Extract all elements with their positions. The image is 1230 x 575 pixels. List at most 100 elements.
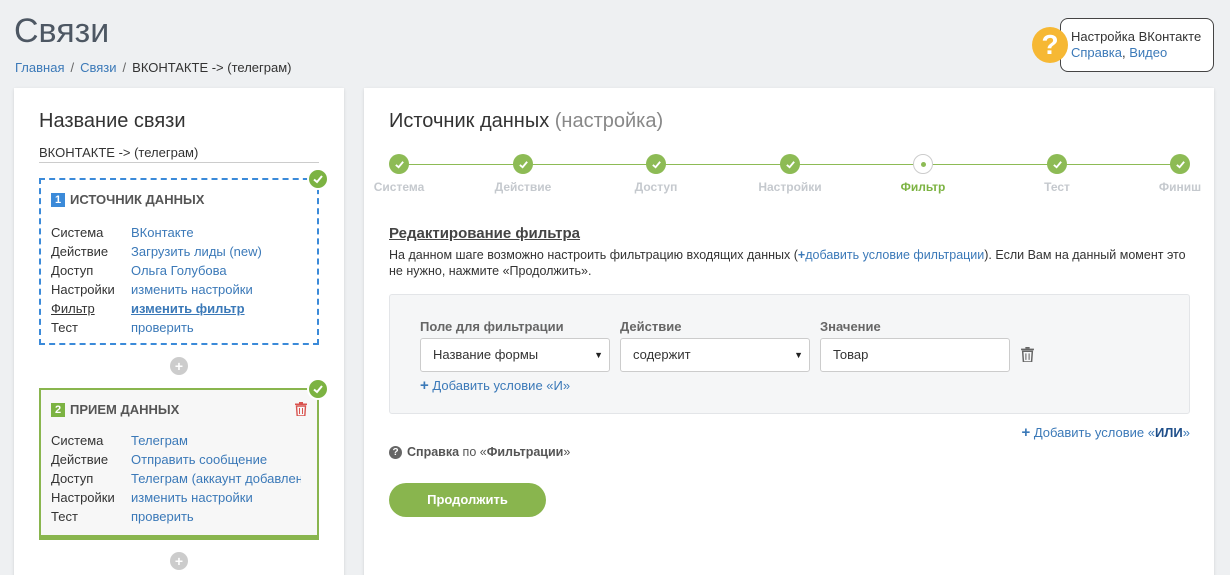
connection-name-field[interactable]: ВКОНТАКТЕ -> (телеграм) bbox=[39, 145, 319, 163]
step-access[interactable]: Доступ bbox=[596, 152, 716, 194]
source-row-filter: Фильтр изменить фильтр bbox=[51, 301, 301, 320]
help-mid: по « bbox=[462, 445, 487, 459]
add-and-label: Добавить условие «И» bbox=[432, 378, 571, 393]
receiver-row-system: Система Телеграм bbox=[51, 433, 301, 452]
help-label[interactable]: Справка bbox=[407, 445, 459, 459]
step-label: Фильтр bbox=[900, 180, 946, 194]
receiver-block: 2 ПРИЕМ ДАННЫХ Система Телеграм Действие О… bbox=[39, 378, 329, 540]
receiver-row-test: Тест проверить bbox=[51, 509, 301, 528]
add-or-key: ИЛИ bbox=[1154, 425, 1183, 440]
step-label: Тест bbox=[1044, 180, 1070, 194]
plus-icon: + bbox=[1021, 424, 1031, 441]
filter-help-line: ? Справка по «Фильтрации» bbox=[389, 445, 570, 459]
source-block-title: ИСТОЧНИК ДАННЫХ bbox=[70, 192, 205, 207]
help-title: Настройка ВКонтакте bbox=[1071, 29, 1202, 44]
step-finish[interactable]: Финиш bbox=[1120, 152, 1230, 194]
check-icon bbox=[646, 154, 666, 174]
check-icon bbox=[1047, 154, 1067, 174]
add-and-condition-button[interactable]: + Добавить условие «И» bbox=[420, 377, 570, 394]
row-label: Доступ bbox=[51, 263, 94, 278]
receiver-row-action: Действие Отправить сообщение bbox=[51, 452, 301, 471]
source-block-rows: Система ВКонтакте Действие Загрузить лиды … bbox=[51, 225, 301, 339]
plus-icon: + bbox=[420, 377, 429, 394]
add-step-button[interactable]: + bbox=[170, 552, 188, 570]
step-settings[interactable]: Настройки bbox=[730, 152, 850, 194]
source-row-access: Доступ Ольга Голубова bbox=[51, 263, 301, 282]
step-label: Доступ bbox=[634, 180, 678, 194]
help-reference-link[interactable]: Справка bbox=[1071, 45, 1122, 60]
step-label: Система bbox=[373, 180, 425, 194]
filter-action-value: содержит bbox=[633, 347, 691, 362]
row-label: Действие bbox=[51, 452, 109, 467]
source-row-settings: Настройки изменить настройки bbox=[51, 282, 301, 301]
check-icon bbox=[389, 154, 409, 174]
current-step-icon bbox=[913, 154, 933, 174]
help-video-link[interactable]: Видео bbox=[1129, 45, 1167, 60]
receiver-test-link[interactable]: проверить bbox=[131, 509, 301, 528]
filter-field-header: Поле для фильтрации bbox=[420, 319, 564, 334]
step-label: Настройки bbox=[758, 180, 822, 194]
row-label: Система bbox=[51, 225, 104, 240]
step-filter[interactable]: Фильтр bbox=[863, 152, 983, 194]
title-main: Источник данных bbox=[389, 110, 550, 132]
add-or-post: » bbox=[1182, 425, 1190, 440]
add-or-condition-button[interactable]: + Добавить условие «ИЛИ» bbox=[1021, 424, 1190, 441]
add-filter-condition-link[interactable]: добавить условие фильтрации bbox=[805, 248, 984, 262]
source-access-link[interactable]: Ольга Голубова bbox=[131, 263, 301, 282]
breadcrumb-links-link[interactable]: Связи bbox=[80, 60, 116, 75]
trash-icon[interactable] bbox=[295, 402, 307, 416]
step-system[interactable]: Система bbox=[339, 152, 459, 194]
source-action-link[interactable]: Загрузить лиды (new) bbox=[131, 244, 301, 263]
row-label: Настройки bbox=[51, 490, 115, 505]
check-icon bbox=[513, 154, 533, 174]
source-filter-link[interactable]: изменить фильтр bbox=[131, 301, 301, 320]
step-label: Действие bbox=[494, 180, 552, 194]
add-or-pre: Добавить условие « bbox=[1033, 425, 1155, 440]
check-icon bbox=[1170, 154, 1190, 174]
row-label: Доступ bbox=[51, 471, 94, 486]
filter-action-header: Действие bbox=[620, 319, 682, 334]
receiver-system-link[interactable]: Телеграм bbox=[131, 433, 301, 452]
trash-icon[interactable] bbox=[1021, 347, 1034, 362]
breadcrumb-separator: / bbox=[70, 60, 75, 75]
help-end: » bbox=[563, 445, 571, 459]
receiver-settings-link[interactable]: изменить настройки bbox=[131, 490, 301, 509]
continue-button[interactable]: Продолжить bbox=[389, 483, 546, 517]
filter-action-select[interactable]: содержит ▼ bbox=[620, 338, 810, 372]
connection-panel: Название связи ВКОНТАКТЕ -> (телеграм) 1… bbox=[14, 88, 344, 575]
help-question-icon[interactable]: ? bbox=[1032, 27, 1068, 63]
source-test-link[interactable]: проверить bbox=[131, 320, 301, 339]
dropdown-arrow-icon: ▼ bbox=[794, 350, 803, 360]
connection-panel-title: Название связи bbox=[39, 110, 186, 132]
row-label: Тест bbox=[51, 509, 78, 524]
source-settings-panel: Источник данных (настройка) Система Дейс… bbox=[364, 88, 1214, 575]
question-icon: ? bbox=[389, 445, 402, 459]
source-row-action: Действие Загрузить лиды (new) bbox=[51, 244, 301, 263]
step-number-badge: 2 bbox=[51, 402, 65, 417]
breadcrumb: Главная / Связи / ВКОНТАКТЕ -> (телеграм) bbox=[15, 60, 291, 75]
step-test[interactable]: Тест bbox=[997, 152, 1117, 194]
filter-value-input[interactable]: Товар bbox=[820, 338, 1010, 372]
filter-field-select[interactable]: Название формы ▼ bbox=[420, 338, 610, 372]
check-icon bbox=[307, 168, 329, 190]
add-step-button[interactable]: + bbox=[170, 357, 188, 375]
check-icon bbox=[780, 154, 800, 174]
filter-edit-title: Редактирование фильтра bbox=[389, 225, 581, 242]
dropdown-arrow-icon: ▼ bbox=[594, 350, 603, 360]
receiver-action-link[interactable]: Отправить сообщение bbox=[131, 452, 301, 471]
help-card: Настройка ВКонтакте Справка, Видео bbox=[1060, 18, 1214, 72]
receiver-block-header: 2 ПРИЕМ ДАННЫХ bbox=[51, 402, 179, 417]
row-label: Настройки bbox=[51, 282, 115, 297]
wizard-stepper: Система Действие Доступ Настройки Фильтр… bbox=[374, 152, 1201, 194]
check-icon bbox=[307, 378, 329, 400]
step-action[interactable]: Действие bbox=[463, 152, 583, 194]
breadcrumb-current: ВКОНТАКТЕ -> (телеграм) bbox=[132, 60, 292, 75]
receiver-access-link[interactable]: Телеграм (аккаунт добавлен bbox=[131, 471, 301, 490]
receiver-row-settings: Настройки изменить настройки bbox=[51, 490, 301, 509]
source-settings-link[interactable]: изменить настройки bbox=[131, 282, 301, 301]
source-system-link[interactable]: ВКонтакте bbox=[131, 225, 301, 244]
breadcrumb-home-link[interactable]: Главная bbox=[15, 60, 64, 75]
help-topic-link[interactable]: Фильтрации bbox=[487, 445, 564, 459]
source-settings-title: Источник данных (настройка) bbox=[389, 110, 663, 133]
step-number-badge: 1 bbox=[51, 192, 65, 207]
